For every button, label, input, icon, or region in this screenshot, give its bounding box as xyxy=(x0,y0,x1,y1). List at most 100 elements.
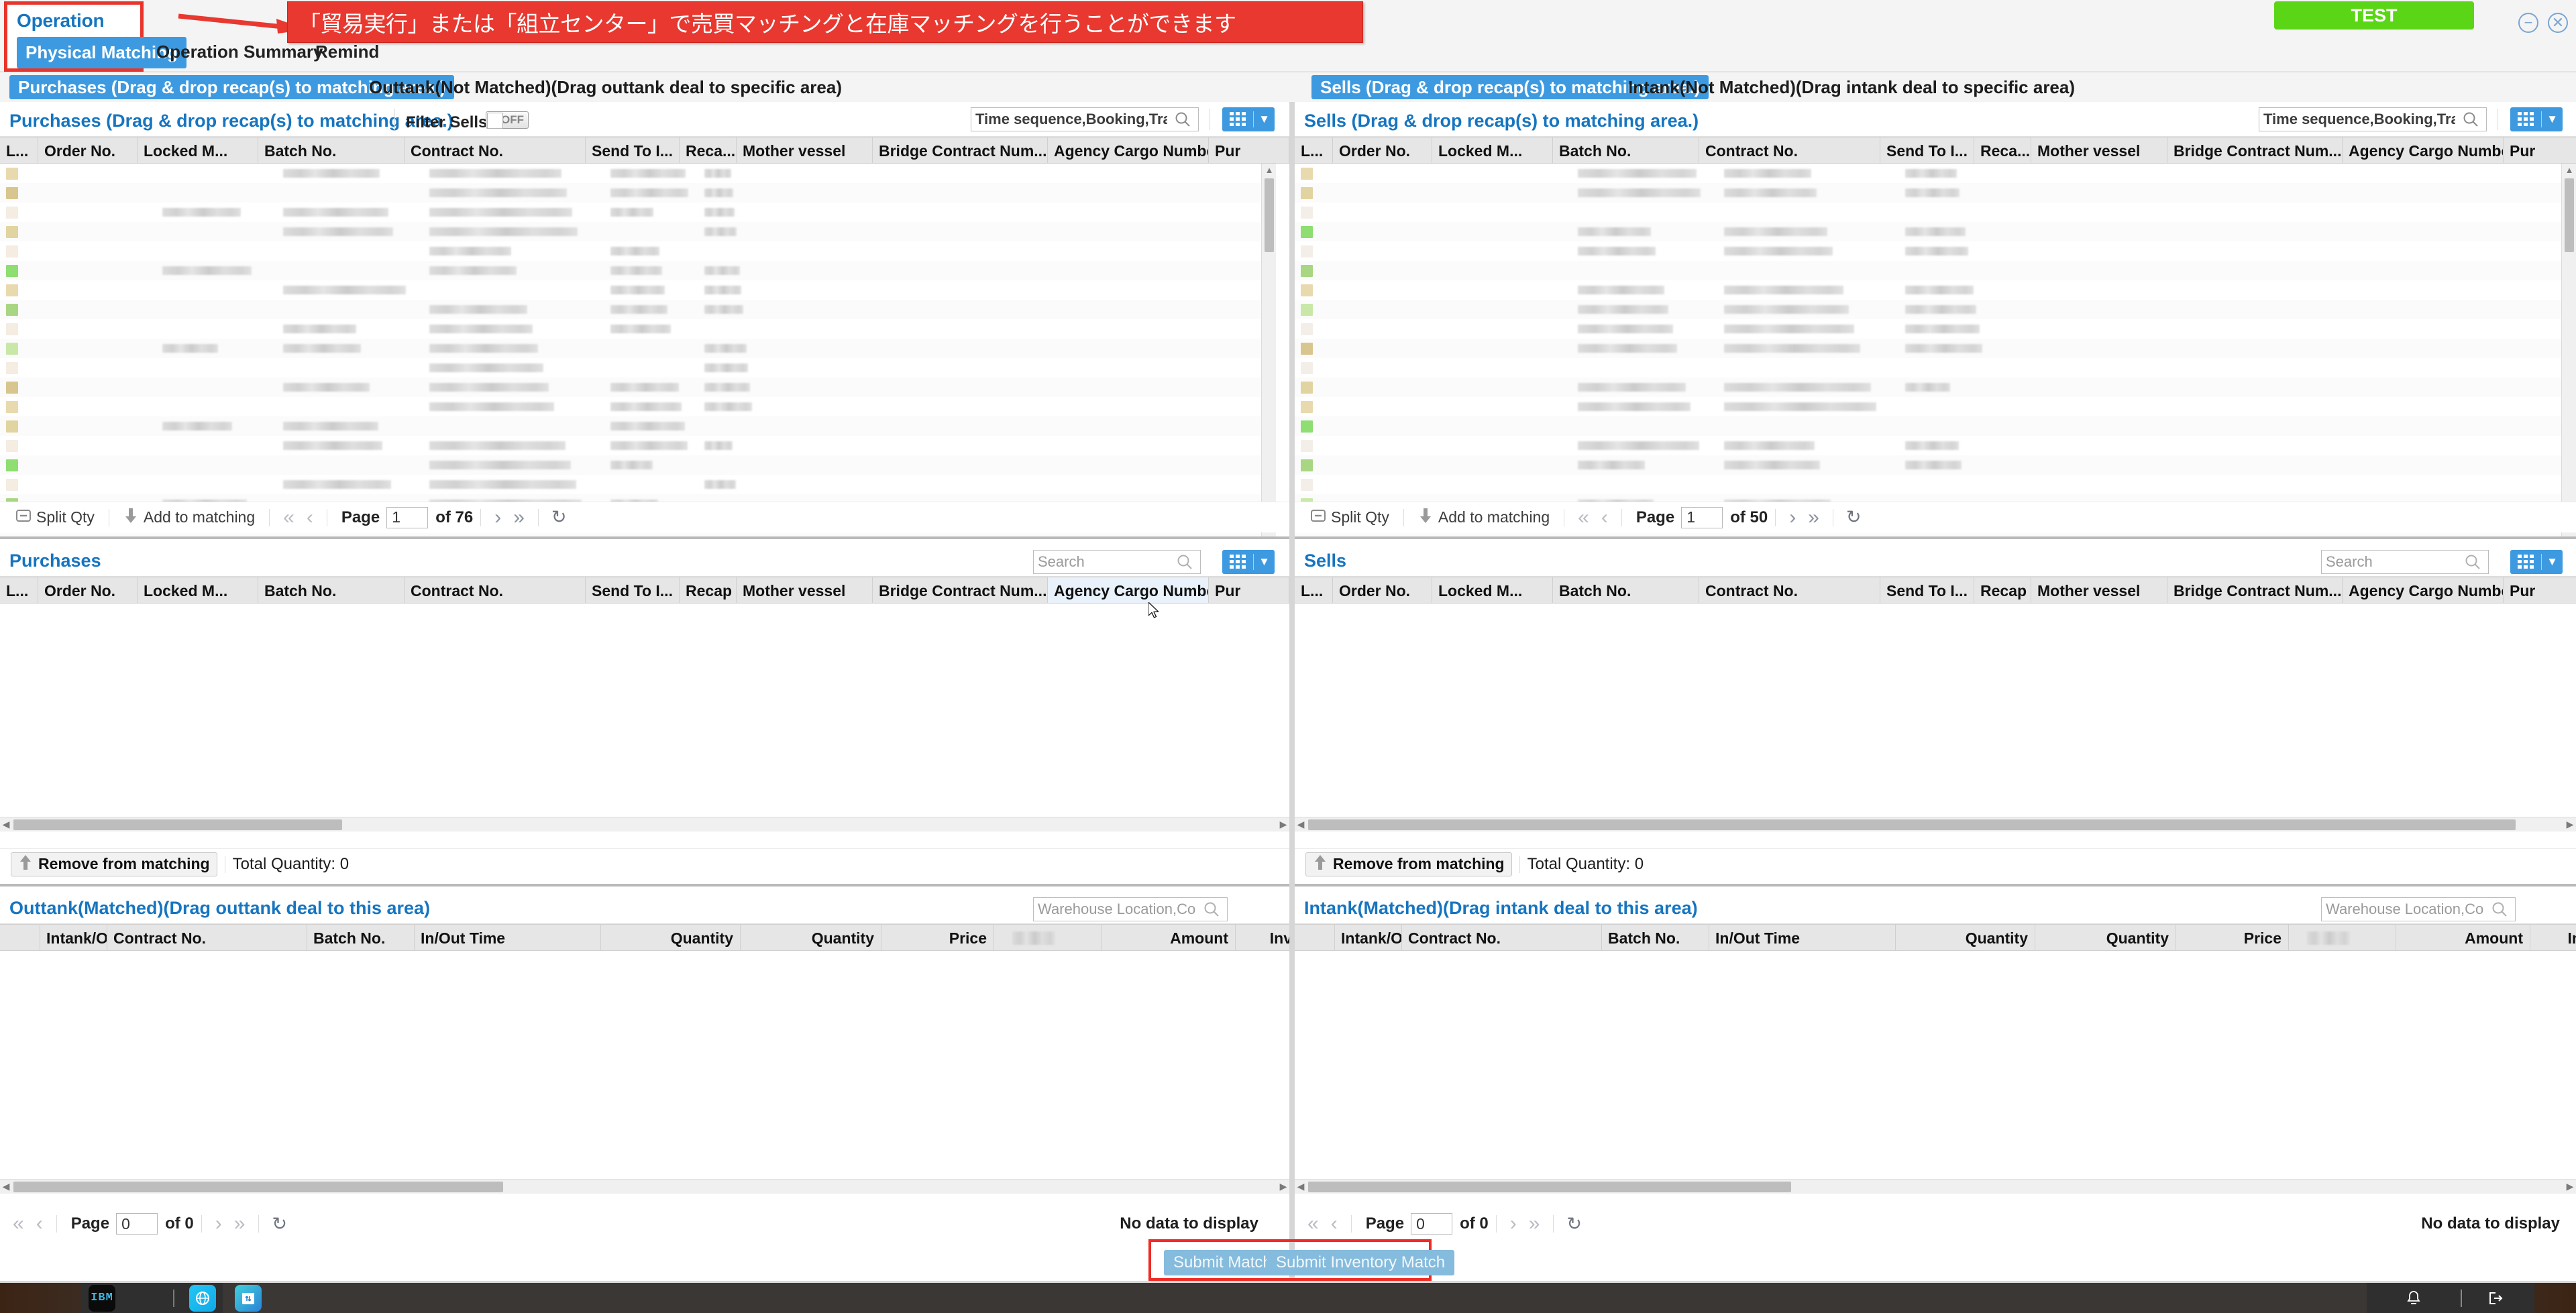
prev-page-icon[interactable]: ‹ xyxy=(30,1214,49,1234)
column-header[interactable]: Mother vessel xyxy=(2031,137,2167,163)
last-page-icon[interactable]: » xyxy=(1523,1214,1546,1234)
logout-icon[interactable] xyxy=(2462,1283,2529,1313)
column-header[interactable]: In/Out Time xyxy=(1709,925,1896,950)
last-page-icon[interactable]: » xyxy=(1802,507,1825,528)
column-header[interactable]: L... xyxy=(0,577,38,603)
intank-matched-drop-area[interactable] xyxy=(1295,951,2576,1179)
column-header[interactable]: Locked M... xyxy=(1432,137,1553,163)
next-page-icon[interactable]: › xyxy=(1783,507,1802,528)
table-row[interactable] xyxy=(1295,261,2561,280)
column-header[interactable]: Send To I... xyxy=(1880,137,1974,163)
column-header[interactable]: Locked M... xyxy=(1432,577,1553,603)
intank-matched-search-input[interactable] xyxy=(2322,898,2488,921)
column-header[interactable]: Price xyxy=(881,925,994,950)
table-row[interactable] xyxy=(0,339,1261,358)
column-header[interactable]: Quantity xyxy=(741,925,881,950)
column-header[interactable]: Order No. xyxy=(38,137,138,163)
column-header[interactable]: Bridge Contract Num... xyxy=(873,137,1048,163)
column-header[interactable]: Order No. xyxy=(38,577,138,603)
column-header[interactable]: Contract No. xyxy=(1699,577,1880,603)
subtab-intank-not-matched[interactable]: Intank(Not Matched)(Drag intank deal to … xyxy=(1628,75,2075,99)
sells-matching-column-chooser[interactable]: ▼ xyxy=(2510,550,2563,574)
search-icon[interactable] xyxy=(2461,553,2484,571)
column-header[interactable]: Locked M... xyxy=(138,577,258,603)
column-header[interactable]: L... xyxy=(0,137,38,163)
table-row[interactable] xyxy=(0,280,1261,300)
scroll-right-icon[interactable]: ▶ xyxy=(2564,817,2576,832)
column-header[interactable]: Intank/Ou... xyxy=(40,925,107,950)
sells-matching-drop-area[interactable] xyxy=(1295,604,2576,817)
scroll-left-icon[interactable]: ◀ xyxy=(0,817,12,832)
table-row[interactable] xyxy=(0,455,1261,475)
intank-matched-hscrollbar[interactable]: ◀ ▶ xyxy=(1295,1179,2576,1194)
column-header[interactable]: Order No. xyxy=(1333,577,1432,603)
table-row[interactable] xyxy=(1295,280,2561,300)
table-row[interactable] xyxy=(1295,241,2561,261)
prev-page-icon[interactable]: ‹ xyxy=(1325,1214,1344,1234)
last-page-icon[interactable]: » xyxy=(228,1214,252,1234)
column-header-agency-cargo-number[interactable]: Agency Cargo Number xyxy=(1048,577,1209,603)
scroll-right-icon[interactable]: ▶ xyxy=(2564,1180,2576,1194)
purchases-matching-drop-area[interactable] xyxy=(0,604,1289,817)
table-row[interactable] xyxy=(0,416,1261,436)
table-row[interactable] xyxy=(1295,436,2561,455)
column-header[interactable]: Batch No. xyxy=(1553,137,1699,163)
scroll-up-icon[interactable]: ▲ xyxy=(2562,164,2576,176)
bell-icon[interactable] xyxy=(2367,1283,2461,1313)
column-header[interactable]: Quantity xyxy=(601,925,741,950)
column-header[interactable]: Reca... xyxy=(1974,137,2031,163)
column-header[interactable]: Quantity xyxy=(1896,925,2035,950)
column-header[interactable]: Amount xyxy=(2396,925,2530,950)
grid-icon[interactable] xyxy=(1222,112,1253,127)
column-header[interactable]: Agency Cargo Number xyxy=(2343,577,2504,603)
table-row[interactable] xyxy=(0,319,1261,339)
column-header[interactable]: Contract No. xyxy=(1402,925,1602,950)
table-row[interactable] xyxy=(0,300,1261,319)
column-header[interactable]: Intank/Ou... xyxy=(1335,925,1402,950)
chevron-down-icon[interactable]: ▼ xyxy=(2542,113,2563,126)
table-row[interactable] xyxy=(1295,397,2561,416)
column-header[interactable]: Quantity xyxy=(2035,925,2176,950)
page-number-input[interactable] xyxy=(386,506,429,528)
test-environment-badge[interactable]: TEST xyxy=(2274,1,2474,30)
outtank-matched-drop-area[interactable] xyxy=(0,951,1289,1179)
add-to-matching-button[interactable]: Add to matching xyxy=(117,506,262,530)
column-header[interactable]: Batch No. xyxy=(307,925,415,950)
page-number-input[interactable] xyxy=(1411,1213,1453,1235)
chevron-down-icon[interactable]: ▼ xyxy=(1254,555,1275,569)
table-row[interactable] xyxy=(1295,164,2561,183)
column-header[interactable]: Locked M... xyxy=(138,137,258,163)
table-row[interactable] xyxy=(1295,183,2561,203)
table-row[interactable] xyxy=(0,261,1261,280)
globe-app-icon[interactable] xyxy=(189,1284,216,1312)
table-row[interactable] xyxy=(0,164,1261,183)
grid-icon[interactable] xyxy=(1222,555,1253,569)
hscroll-thumb[interactable] xyxy=(1308,819,2516,830)
column-header[interactable]: Bridge Contract Num... xyxy=(2167,137,2343,163)
column-header[interactable]: Order No. xyxy=(1333,137,1432,163)
first-page-icon[interactable]: « xyxy=(1572,507,1595,528)
next-page-icon[interactable]: › xyxy=(488,507,507,528)
column-header[interactable]: Batch No. xyxy=(258,577,405,603)
vscroll-thumb[interactable] xyxy=(2565,178,2574,252)
column-header[interactable]: Bridge Contract Num... xyxy=(2167,577,2343,603)
first-page-icon[interactable]: « xyxy=(277,507,301,528)
column-header[interactable]: Inventory. xyxy=(1236,925,1289,950)
column-header[interactable]: L... xyxy=(1295,137,1333,163)
table-row[interactable] xyxy=(1295,319,2561,339)
column-header[interactable]: Batch No. xyxy=(1553,577,1699,603)
column-header-redacted[interactable] xyxy=(994,925,1102,950)
table-row[interactable] xyxy=(1295,475,2561,494)
ibm-app-icon[interactable]: IBM xyxy=(89,1284,115,1312)
hscroll-thumb[interactable] xyxy=(13,819,342,830)
column-header[interactable]: Contract No. xyxy=(405,577,586,603)
column-header[interactable]: Pur xyxy=(2504,577,2576,603)
sells-top-search-input[interactable] xyxy=(2259,108,2459,131)
column-header[interactable]: Inventory xyxy=(2530,925,2576,950)
sells-top-search[interactable] xyxy=(2259,107,2487,131)
filter-sells-toggle[interactable]: OFF xyxy=(486,111,529,129)
purchases-top-column-chooser[interactable]: ▼ xyxy=(1222,107,1275,131)
search-icon[interactable] xyxy=(2459,111,2482,128)
search-icon[interactable] xyxy=(1173,553,1196,571)
add-to-matching-button[interactable]: Add to matching xyxy=(1411,506,1556,530)
